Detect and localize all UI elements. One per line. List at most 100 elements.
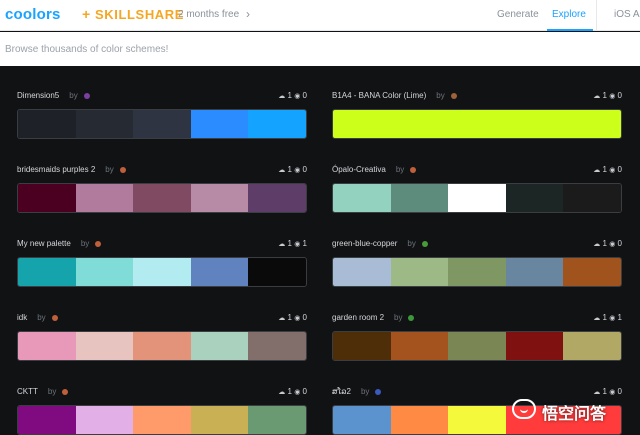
nav-explore[interactable]: Explore (552, 9, 586, 20)
cloud-upload-icon[interactable]: ☁ (593, 315, 600, 322)
color-swatch[interactable] (390, 184, 449, 212)
color-swatch[interactable] (190, 406, 249, 434)
nav-ios-app[interactable]: iOS A (614, 9, 640, 20)
color-swatch[interactable] (18, 184, 76, 212)
color-swatch[interactable] (448, 332, 506, 360)
author-avatar[interactable] (450, 92, 457, 99)
cloud-upload-icon[interactable]: ☁ (278, 241, 285, 248)
color-swatch[interactable] (18, 406, 76, 434)
cloud-upload-icon[interactable]: ☁ (593, 241, 600, 248)
color-swatches[interactable] (17, 405, 307, 435)
cloud-upload-icon[interactable]: ☁ (278, 93, 285, 100)
author-avatar[interactable] (62, 388, 69, 395)
color-swatch[interactable] (563, 184, 621, 212)
color-swatch[interactable] (190, 332, 249, 360)
color-swatch[interactable] (190, 184, 249, 212)
color-swatch[interactable] (248, 184, 306, 212)
cloud-upload-icon[interactable]: ☁ (278, 315, 285, 322)
palette-card[interactable]: garden room 2 by ☁ 1 ◉ 1 (332, 313, 622, 361)
color-swatch[interactable] (133, 406, 191, 434)
color-swatches[interactable] (332, 257, 622, 287)
color-swatch[interactable] (563, 110, 621, 138)
color-swatches[interactable] (332, 109, 622, 139)
color-swatches[interactable] (17, 183, 307, 213)
color-swatch[interactable] (448, 184, 506, 212)
cloud-upload-icon[interactable]: ☁ (593, 389, 600, 396)
author-avatar[interactable] (375, 388, 382, 395)
color-swatch[interactable] (563, 258, 621, 286)
color-swatch[interactable] (333, 406, 391, 434)
coolors-logo[interactable]: coolors (5, 6, 61, 23)
author-avatar[interactable] (83, 92, 90, 99)
palette-card[interactable]: B1A4 - BANA Color (Lime) by ☁ 1 ◉ 0 (332, 91, 622, 139)
cloud-upload-icon[interactable]: ☁ (593, 167, 600, 174)
color-swatch[interactable] (75, 110, 134, 138)
palette-name[interactable]: bridesmaids purples 2 (17, 165, 95, 174)
color-swatch[interactable] (333, 258, 391, 286)
palette-name[interactable]: CKTT (17, 387, 38, 396)
color-swatch[interactable] (448, 406, 506, 434)
color-swatch[interactable] (18, 258, 76, 286)
author-avatar[interactable] (51, 314, 58, 321)
color-swatch[interactable] (133, 258, 191, 286)
color-swatch[interactable] (75, 332, 134, 360)
chevron-right-icon[interactable]: › (246, 7, 250, 21)
color-swatch[interactable] (505, 332, 564, 360)
color-swatch[interactable] (248, 258, 306, 286)
color-swatch[interactable] (390, 110, 449, 138)
palette-name[interactable]: green-blue-copper (332, 239, 397, 248)
color-swatch[interactable] (18, 110, 76, 138)
color-swatches[interactable] (17, 109, 307, 139)
color-swatch[interactable] (333, 332, 391, 360)
palette-card[interactable]: Ópalo-Creativa by ☁ 1 ◉ 0 (332, 165, 622, 213)
color-swatch[interactable] (505, 110, 564, 138)
color-swatch[interactable] (390, 406, 449, 434)
color-swatch[interactable] (75, 258, 134, 286)
color-swatch[interactable] (248, 406, 306, 434)
palette-name[interactable]: Dimension5 (17, 91, 59, 100)
color-swatch[interactable] (505, 258, 564, 286)
cloud-upload-icon[interactable]: ☁ (278, 167, 285, 174)
cloud-upload-icon[interactable]: ☁ (278, 389, 285, 396)
palette-card[interactable]: bridesmaids purples 2 by ☁ 1 ◉ 0 (17, 165, 307, 213)
author-avatar[interactable] (410, 166, 417, 173)
color-swatch[interactable] (390, 258, 449, 286)
color-swatch[interactable] (133, 332, 191, 360)
palette-card[interactable]: CKTT by ☁ 1 ◉ 0 (17, 387, 307, 435)
color-swatch[interactable] (248, 332, 306, 360)
palette-card[interactable]: idk by ☁ 1 ◉ 0 (17, 313, 307, 361)
author-avatar[interactable] (421, 240, 428, 247)
color-swatch[interactable] (133, 110, 191, 138)
color-swatch[interactable] (75, 406, 134, 434)
palette-card[interactable]: My new palette by ☁ 1 ◉ 1 (17, 239, 307, 287)
color-swatch[interactable] (190, 258, 249, 286)
color-swatches[interactable] (332, 331, 622, 361)
author-avatar[interactable] (119, 166, 126, 173)
color-swatch[interactable] (390, 332, 449, 360)
palette-name[interactable]: My new palette (17, 239, 71, 248)
palette-name[interactable]: Ópalo-Creativa (332, 165, 386, 174)
color-swatches[interactable] (332, 183, 622, 213)
palette-card[interactable]: green-blue-copper by ☁ 1 ◉ 0 (332, 239, 622, 287)
palette-name[interactable]: garden room 2 (332, 313, 384, 322)
cloud-upload-icon[interactable]: ☁ (593, 93, 600, 100)
color-swatch[interactable] (505, 184, 564, 212)
color-swatch[interactable] (448, 110, 506, 138)
color-swatch[interactable] (448, 258, 506, 286)
color-swatch[interactable] (190, 110, 249, 138)
palette-card[interactable]: Dimension5 by ☁ 1 ◉ 0 (17, 91, 307, 139)
color-swatch[interactable] (333, 110, 391, 138)
color-swatch[interactable] (563, 332, 621, 360)
author-avatar[interactable] (408, 314, 415, 321)
color-swatch[interactable] (133, 184, 191, 212)
color-swatches[interactable] (17, 257, 307, 287)
color-swatch[interactable] (248, 110, 306, 138)
skillshare-logo[interactable]: SKILLSHARE (95, 7, 184, 22)
palette-name[interactable]: ສໂລ2 (332, 387, 351, 396)
color-swatch[interactable] (75, 184, 134, 212)
color-swatch[interactable] (18, 332, 76, 360)
nav-generate[interactable]: Generate (497, 9, 539, 20)
palette-name[interactable]: idk (17, 313, 27, 322)
palette-name[interactable]: B1A4 - BANA Color (Lime) (332, 91, 426, 100)
color-swatch[interactable] (333, 184, 391, 212)
